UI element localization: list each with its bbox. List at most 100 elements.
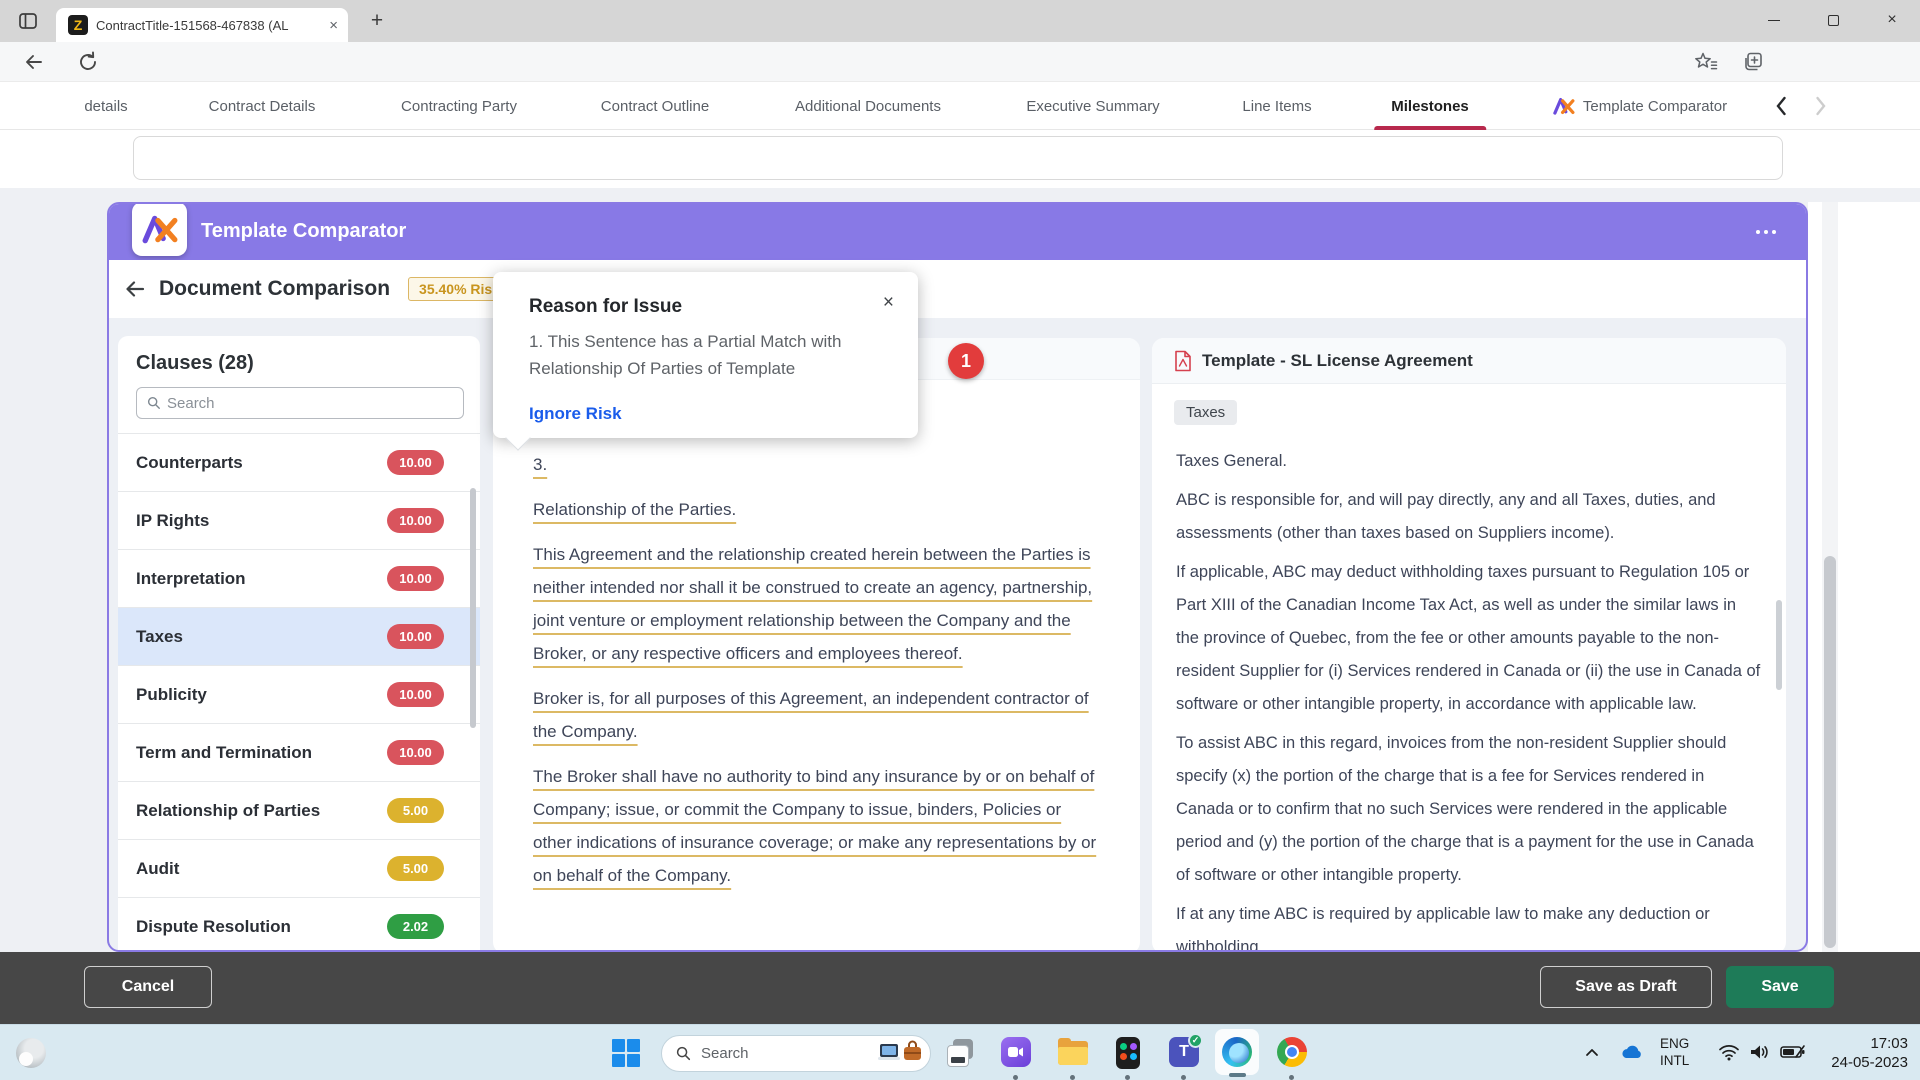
ax-logo-icon [132, 202, 187, 256]
template-paragraph: If applicable, ABC may deduct withholdin… [1176, 556, 1762, 721]
template-scrollbar-thumb[interactable] [1776, 600, 1782, 690]
clause-list: Counterparts10.00IP Rights10.00Interpret… [118, 433, 480, 952]
nav-tab-milestones[interactable]: Milestones [1391, 82, 1469, 130]
clause-row-interpretation[interactable]: Interpretation10.00 [118, 550, 480, 608]
clause-label: Counterparts [136, 453, 243, 473]
browser-titlebar: Z ContractTitle-151568-467838 (AL × + × [0, 0, 1920, 42]
new-tab-button[interactable]: + [362, 8, 392, 36]
nav-scroll-right-icon[interactable] [1808, 94, 1832, 118]
cancel-button[interactable]: Cancel [84, 966, 212, 1008]
onedrive-icon[interactable] [1620, 1043, 1644, 1066]
popup-title: Reason for Issue [529, 296, 888, 318]
clause-row-term-and-termination[interactable]: Term and Termination10.00 [118, 724, 480, 782]
clause-row-counterparts[interactable]: Counterparts10.00 [118, 434, 480, 492]
app-icon-task-view[interactable] [941, 1037, 981, 1071]
clause-row-dispute-resolution[interactable]: Dispute Resolution2.02 [118, 898, 480, 952]
clause-row-publicity[interactable]: Publicity10.00 [118, 666, 480, 724]
previous-section-card-edge [133, 136, 1783, 180]
ignore-risk-link[interactable]: Ignore Risk [529, 404, 622, 424]
risk-score-pill: 5.00 [387, 856, 444, 881]
template-paragraph: ABC is responsible for, and will pay dir… [1176, 484, 1762, 550]
window-minimize-button[interactable] [1752, 0, 1796, 40]
language-indicator[interactable]: ENG INTL [1660, 1035, 1689, 1069]
clause-label: Interpretation [136, 569, 246, 589]
nav-tab-label: Contract Details [209, 98, 316, 115]
browser-tab-title: ContractTitle-151568-467838 (AL [96, 18, 306, 33]
clause-row-ip-rights[interactable]: IP Rights10.00 [118, 492, 480, 550]
nav-tab-contract-outline[interactable]: Contract Outline [601, 82, 709, 130]
issue-count-badge[interactable]: 1 [948, 343, 984, 379]
tab-actions-icon[interactable] [16, 9, 40, 33]
pdf-file-icon [1174, 350, 1192, 372]
comparator-menu-icon[interactable] [1756, 230, 1776, 234]
nav-scroll-left-icon[interactable] [1770, 94, 1794, 118]
template-clause-tag[interactable]: Taxes [1174, 400, 1237, 425]
nav-tab-label: Milestones [1391, 98, 1469, 115]
template-document-panel: Template - SL License Agreement Taxes Ta… [1152, 338, 1786, 952]
clause-search-input[interactable] [167, 395, 437, 412]
favorites-bar-icon[interactable] [1694, 50, 1718, 74]
browser-tab[interactable]: Z ContractTitle-151568-467838 (AL × [56, 8, 348, 42]
comparator-title: Template Comparator [201, 220, 406, 243]
risk-score-pill: 10.00 [387, 624, 444, 649]
clause-label: Taxes [136, 627, 183, 647]
nav-tab-template-comparator[interactable]: Template Comparator [1553, 82, 1727, 130]
system-clock[interactable]: 17:03 24-05-2023 [1788, 1034, 1908, 1072]
tray-show-hidden-icons[interactable] [1584, 1045, 1600, 1066]
nav-tab-label: Contract Outline [601, 98, 709, 115]
comparator-header: Template Comparator [109, 204, 1806, 260]
windows-taskbar: Search T✓ [0, 1024, 1920, 1080]
app-icon-figma[interactable] [1108, 1037, 1148, 1071]
popup-reason-text: 1. This Sentence has a Partial Match wit… [529, 328, 864, 382]
document-paragraph: 3. [533, 448, 1100, 481]
nav-tab-line-items[interactable]: Line Items [1242, 82, 1311, 130]
nav-tab-label: Contracting Party [401, 98, 517, 115]
nav-tab-executive-summary[interactable]: Executive Summary [1026, 82, 1159, 130]
refresh-button[interactable] [76, 50, 100, 74]
clause-row-taxes[interactable]: Taxes 10.00 [118, 608, 480, 666]
volume-icon[interactable] [1748, 1043, 1770, 1066]
back-button[interactable] [22, 50, 46, 74]
clause-label: Relationship of Parties [136, 801, 320, 821]
action-bar: Cancel Save as Draft Save [0, 952, 1920, 1024]
window-maximize-button[interactable] [1811, 0, 1855, 40]
tab-close-icon[interactable]: × [329, 18, 338, 33]
back-arrow-icon[interactable] [123, 277, 147, 301]
template-text: Taxes General.ABC is responsible for, an… [1152, 425, 1786, 952]
clause-row-audit[interactable]: Audit 5.00 [118, 840, 480, 898]
clause-label: Audit [136, 859, 179, 879]
clause-search-box[interactable] [136, 387, 464, 419]
nav-tab-contracting-party[interactable]: Contracting Party [401, 82, 517, 130]
app-icon-file-explorer[interactable] [1053, 1037, 1093, 1071]
taskbar-search[interactable]: Search [661, 1035, 931, 1072]
collections-icon[interactable] [1742, 50, 1766, 74]
nav-tab-additional-documents[interactable]: Additional Documents [795, 82, 941, 130]
page-scrollbar-thumb[interactable] [1824, 556, 1836, 948]
app-icon-edge[interactable] [1217, 1037, 1257, 1071]
app-icon-video-chat[interactable] [996, 1037, 1036, 1071]
comparison-subheader: Document Comparison 35.40% Riskier [109, 260, 1806, 318]
document-text: 3.Relationship of the Parties.This Agree… [493, 380, 1140, 904]
running-app-dot [1125, 1075, 1130, 1080]
search-icon [676, 1046, 691, 1061]
clause-row-relationship-of-parties[interactable]: Relationship of Parties5.00 [118, 782, 480, 840]
comparison-title: Document Comparison [159, 277, 390, 301]
app-icon-chrome[interactable] [1272, 1037, 1312, 1071]
save-button[interactable]: Save [1726, 966, 1834, 1008]
window-close-button[interactable]: × [1870, 0, 1914, 40]
nav-tab-details[interactable]: details [84, 82, 127, 130]
nav-tab-label: details [84, 98, 127, 115]
clock-time: 17:03 [1788, 1034, 1908, 1053]
windows-start-icon[interactable] [612, 1039, 640, 1067]
running-app-dot [1289, 1075, 1294, 1080]
save-as-draft-button[interactable]: Save as Draft [1540, 966, 1712, 1008]
document-paragraph: This Agreement and the relationship crea… [533, 538, 1100, 670]
search-icon [147, 396, 161, 410]
app-icon-teams[interactable]: T✓ [1164, 1037, 1204, 1071]
taskbar-corner-icon[interactable] [16, 1038, 46, 1068]
clause-list-scrollbar-thumb[interactable] [470, 488, 476, 728]
nav-tab-contract-details[interactable]: Contract Details [209, 82, 316, 130]
wifi-icon[interactable] [1718, 1043, 1740, 1066]
clock-date: 24-05-2023 [1788, 1053, 1908, 1072]
popup-close-icon[interactable]: × [883, 292, 894, 314]
